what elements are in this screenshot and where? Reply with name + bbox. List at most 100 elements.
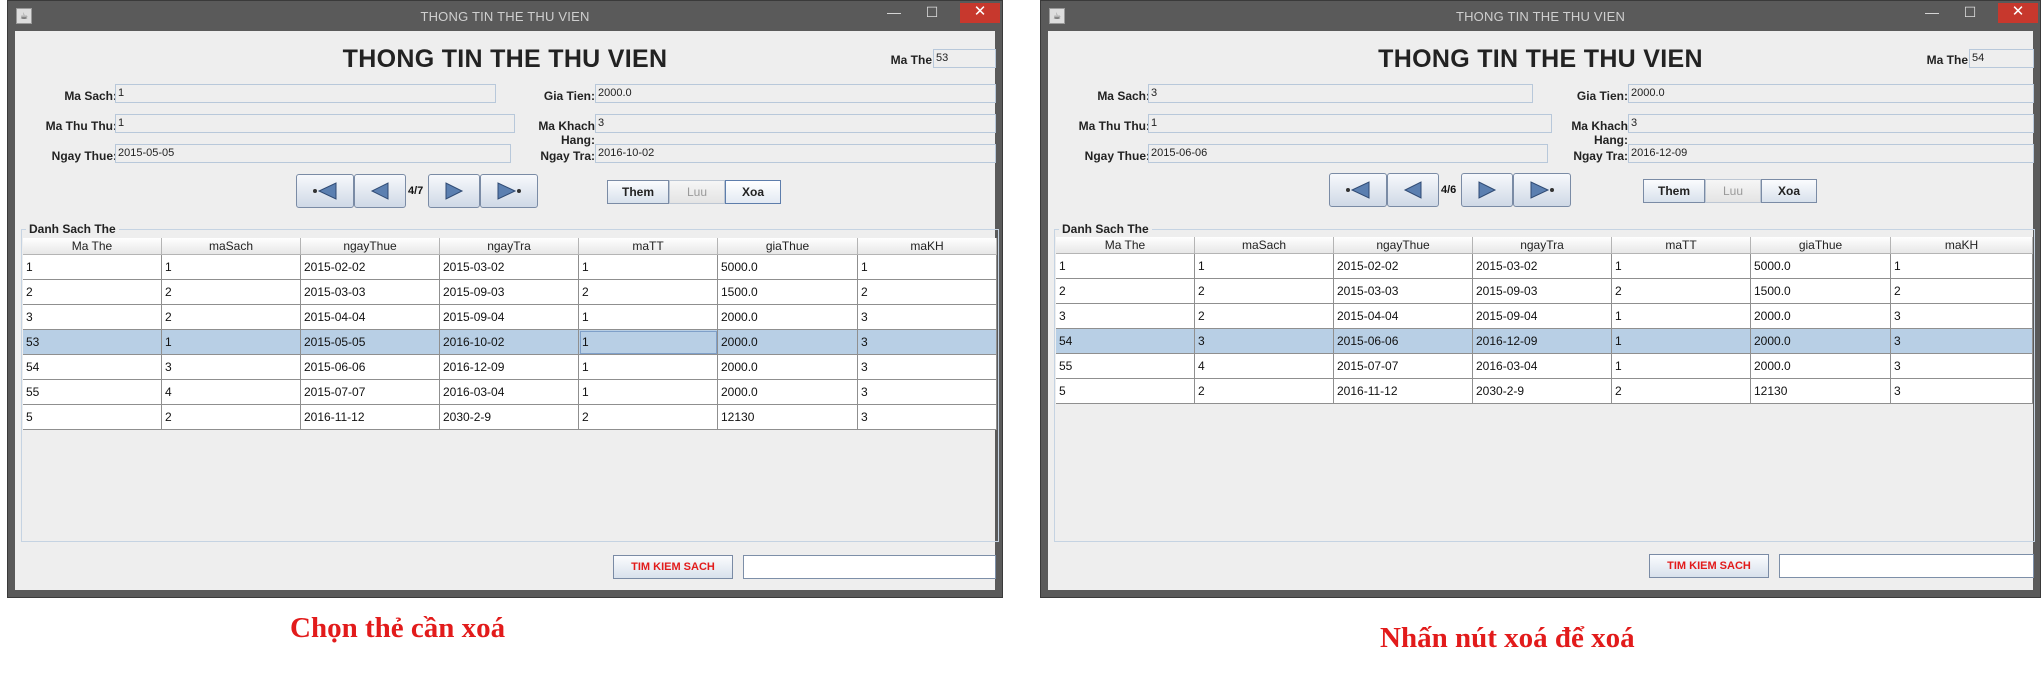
search-input[interactable] (743, 555, 996, 579)
minimize-button[interactable]: — (1912, 3, 1952, 23)
them-button[interactable]: Them (607, 180, 669, 204)
window-title: THONG TIN THE THU VIEN (420, 9, 590, 24)
page-counter: 4/7 (408, 185, 424, 197)
table-row[interactable]: 3 2 2015-04-04 2015-09-04 1 2000.0 3 (23, 305, 997, 330)
table-cell: 3 (1891, 329, 2033, 354)
ma-sach-field[interactable]: 3 (1148, 84, 1533, 103)
table-cell: 4 (1195, 354, 1334, 379)
last-record-button[interactable] (480, 174, 538, 208)
title-bar[interactable]: ☕ THONG TIN THE THU VIEN — ☐ ✕ (8, 1, 1002, 31)
table-cell: 3 (858, 330, 997, 355)
xoa-button[interactable]: Xoa (1761, 179, 1817, 203)
search-input[interactable] (1779, 554, 2034, 578)
table-cell: 2 (162, 280, 301, 305)
column-header[interactable]: Ma The (23, 238, 162, 255)
first-record-button[interactable] (296, 174, 354, 208)
ma-thu-thu-field[interactable]: 1 (115, 114, 515, 133)
ma-sach-field[interactable]: 1 (115, 84, 496, 103)
them-button[interactable]: Them (1643, 179, 1705, 203)
section-title: Danh Sach The (26, 222, 119, 236)
table-row[interactable]: 54 3 2015-06-06 2016-12-09 1 2000.0 3 (23, 355, 997, 380)
table-cell: 2 (1612, 279, 1751, 304)
maximize-button[interactable]: ☐ (1950, 3, 1990, 23)
record-navigator: 4/6 (1329, 173, 1571, 207)
tim-kiem-sach-button[interactable]: TIM KIEM SACH (1649, 554, 1769, 578)
gia-tien-field[interactable]: 2000.0 (595, 84, 996, 103)
table-row[interactable]: 2 2 2015-03-03 2015-09-03 2 1500.0 2 (1056, 279, 2033, 304)
ma-khach-hang-field[interactable]: 3 (595, 114, 996, 133)
luu-button[interactable]: Luu (1705, 179, 1761, 203)
ngay-tra-field[interactable]: 2016-10-02 (595, 144, 996, 163)
table-row[interactable]: 55 4 2015-07-07 2016-03-04 1 2000.0 3 (23, 380, 997, 405)
ma-thu-thu-field[interactable]: 1 (1148, 114, 1552, 133)
table-row[interactable]: 5 2 2016-11-12 2030-2-9 2 12130 3 (1056, 379, 2033, 404)
ngay-tra-field[interactable]: 2016-12-09 (1628, 144, 2034, 163)
table-cell: 1 (579, 355, 718, 380)
title-bar[interactable]: ☕ THONG TIN THE THU VIEN — ☐ ✕ (1041, 1, 2040, 31)
ngay-tra-label: Ngay Tra: (540, 149, 595, 163)
column-header[interactable]: maSach (162, 238, 301, 255)
table-row[interactable]: 55 4 2015-07-07 2016-03-04 1 2000.0 3 (1056, 354, 2033, 379)
table-cell: 1 (1056, 254, 1195, 279)
xoa-button[interactable]: Xoa (725, 180, 781, 204)
table-row-selected[interactable]: 54 3 2015-06-06 2016-12-09 1 2000.0 3 (1056, 329, 2033, 354)
last-arrow-icon (497, 182, 521, 200)
table-cell: 2015-03-03 (1334, 279, 1473, 304)
table-row[interactable]: 1 1 2015-02-02 2015-03-02 1 5000.0 1 (1056, 254, 2033, 279)
table-header: Ma The maSach ngayThue ngayTra maTT giaT… (23, 238, 997, 255)
next-record-button[interactable] (428, 174, 480, 208)
column-header[interactable]: maKH (858, 238, 997, 255)
column-header[interactable]: giaThue (718, 238, 858, 255)
gia-tien-field[interactable]: 2000.0 (1628, 84, 2034, 103)
table-cell: 2000.0 (718, 380, 858, 405)
column-header[interactable]: ngayTra (440, 238, 579, 255)
table-cell: 2 (23, 280, 162, 305)
ngay-thue-field[interactable]: 2015-05-05 (115, 144, 511, 163)
column-header[interactable]: ngayTra (1473, 237, 1612, 254)
table-cell: 1 (579, 255, 718, 280)
table-row[interactable]: 2 2 2015-03-03 2015-09-03 2 1500.0 2 (23, 280, 997, 305)
table-cell: 3 (1056, 304, 1195, 329)
tim-kiem-sach-button[interactable]: TIM KIEM SACH (613, 555, 733, 579)
previous-record-button[interactable] (354, 174, 406, 208)
table-cell: 2 (1195, 304, 1334, 329)
column-header[interactable]: maTT (1612, 237, 1751, 254)
ngay-thue-field[interactable]: 2015-06-06 (1148, 144, 1548, 163)
ma-thu-thu-label: Ma Thu Thu: (1078, 119, 1150, 133)
column-header[interactable]: maTT (579, 238, 718, 255)
ma-khach-hang-field[interactable]: 3 (1628, 114, 2034, 133)
table-cell: 5000.0 (718, 255, 858, 280)
table-row[interactable]: 5 2 2016-11-12 2030-2-9 2 12130 3 (23, 405, 997, 430)
column-header[interactable]: Ma The (1056, 237, 1195, 254)
column-header[interactable]: maSach (1195, 237, 1334, 254)
column-header[interactable]: ngayThue (1334, 237, 1473, 254)
table-row[interactable]: 3 2 2015-04-04 2015-09-04 1 2000.0 3 (1056, 304, 2033, 329)
table-cell: 2015-09-04 (1473, 304, 1612, 329)
next-record-button[interactable] (1461, 173, 1513, 207)
ma-khach-hang-label: Ma Khach Hang: (538, 119, 595, 147)
table-cell: 2000.0 (718, 355, 858, 380)
table-row-selected[interactable]: 53 1 2015-05-05 2016-10-02 1 2000.0 3 (23, 330, 997, 355)
table-cell: 3 (162, 355, 301, 380)
table-cell: 2016-11-12 (1334, 379, 1473, 404)
table-cell: 2015-07-07 (301, 380, 440, 405)
previous-record-button[interactable] (1387, 173, 1439, 207)
first-record-button[interactable] (1329, 173, 1387, 207)
close-button[interactable]: ✕ (1998, 3, 2038, 23)
table-cell: 3 (23, 305, 162, 330)
minimize-button[interactable]: — (874, 3, 914, 23)
table-row[interactable]: 1 1 2015-02-02 2015-03-02 1 5000.0 1 (23, 255, 997, 280)
close-button[interactable]: ✕ (960, 3, 1000, 23)
maximize-button[interactable]: ☐ (912, 3, 952, 23)
action-buttons: Them Luu Xoa (607, 180, 787, 204)
column-header[interactable]: ngayThue (301, 238, 440, 255)
table-cell: 2015-09-04 (440, 305, 579, 330)
last-record-button[interactable] (1513, 173, 1571, 207)
table-cell: 3 (1891, 304, 2033, 329)
ma-the-field[interactable]: 53 (933, 49, 996, 68)
column-header[interactable]: maKH (1891, 237, 2033, 254)
ma-the-field[interactable]: 54 (1969, 49, 2034, 68)
column-header[interactable]: giaThue (1751, 237, 1891, 254)
luu-button[interactable]: Luu (669, 180, 725, 204)
gia-tien-label: Gia Tien: (1576, 89, 1628, 103)
